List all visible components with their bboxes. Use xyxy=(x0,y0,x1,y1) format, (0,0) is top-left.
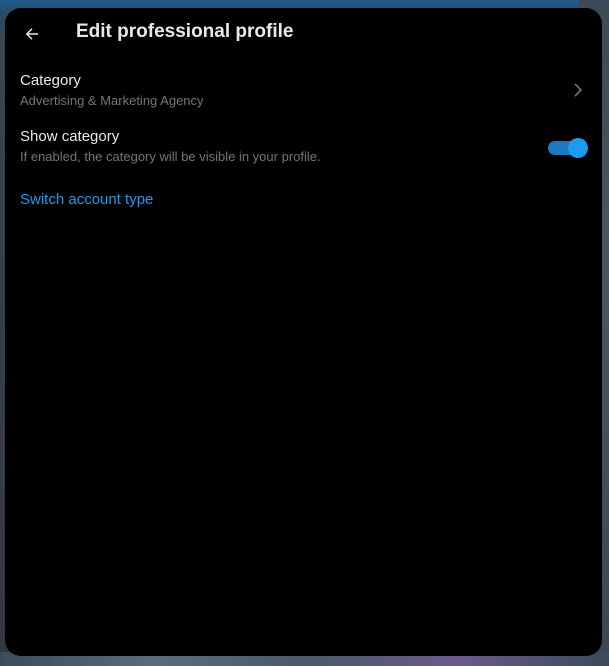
show-category-toggle[interactable] xyxy=(548,136,588,158)
category-value: Advertising & Marketing Agency xyxy=(20,93,204,108)
dialog-header: Edit professional profile xyxy=(5,8,602,60)
chevron-right-icon xyxy=(574,83,583,97)
back-button[interactable] xyxy=(15,17,49,51)
arrow-left-icon xyxy=(25,28,38,40)
show-category-row: Show category If enabled, the category w… xyxy=(5,126,602,176)
toggle-knob xyxy=(568,138,588,158)
show-category-label: Show category xyxy=(20,128,120,145)
edit-professional-profile-dialog: Edit professional profile Category Adver… xyxy=(5,8,602,656)
switch-account-type-link[interactable]: Switch account type xyxy=(20,191,153,208)
dialog-title: Edit professional profile xyxy=(76,21,294,42)
category-label: Category xyxy=(20,72,81,89)
category-row[interactable]: Category Advertising & Marketing Agency xyxy=(5,70,602,120)
show-category-description: If enabled, the category will be visible… xyxy=(20,149,321,164)
